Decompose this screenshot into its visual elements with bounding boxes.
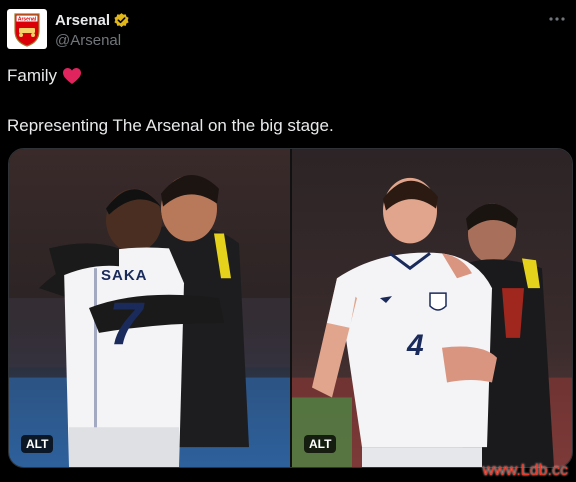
tweet-text-line-1: Family <box>7 66 82 86</box>
tweet-text-family: Family <box>7 66 58 85</box>
alt-badge-left[interactable]: ALT <box>21 435 54 453</box>
display-name[interactable]: Arsenal <box>55 12 110 29</box>
verified-badge-icon <box>113 12 130 29</box>
media-grid: SAKA 7 ALT 4 ALT <box>8 148 573 468</box>
jersey-number: 4 <box>407 329 424 362</box>
red-heart-icon <box>62 67 82 85</box>
tweet-text-line-2: Representing The Arsenal on the big stag… <box>7 116 334 135</box>
photo-saka-hug[interactable]: SAKA 7 ALT <box>9 149 290 467</box>
svg-text:Arsenal: Arsenal <box>18 17 37 23</box>
avatar[interactable]: Arsenal <box>7 9 47 49</box>
photo-rice-consoled[interactable]: 4 ALT <box>292 149 572 467</box>
photo-left-illustration <box>9 149 290 467</box>
name-row: Arsenal <box>55 11 130 29</box>
account-handle[interactable]: @Arsenal <box>55 32 121 49</box>
watermark: www.Ldb.cc <box>482 462 568 479</box>
jersey-number: 7 <box>109 290 143 357</box>
arsenal-crest-icon: Arsenal <box>14 13 40 47</box>
alt-badge-right[interactable]: ALT <box>304 435 337 453</box>
more-icon[interactable] <box>548 11 566 27</box>
jersey-name: SAKA <box>101 267 148 284</box>
photo-right-illustration <box>292 149 572 467</box>
